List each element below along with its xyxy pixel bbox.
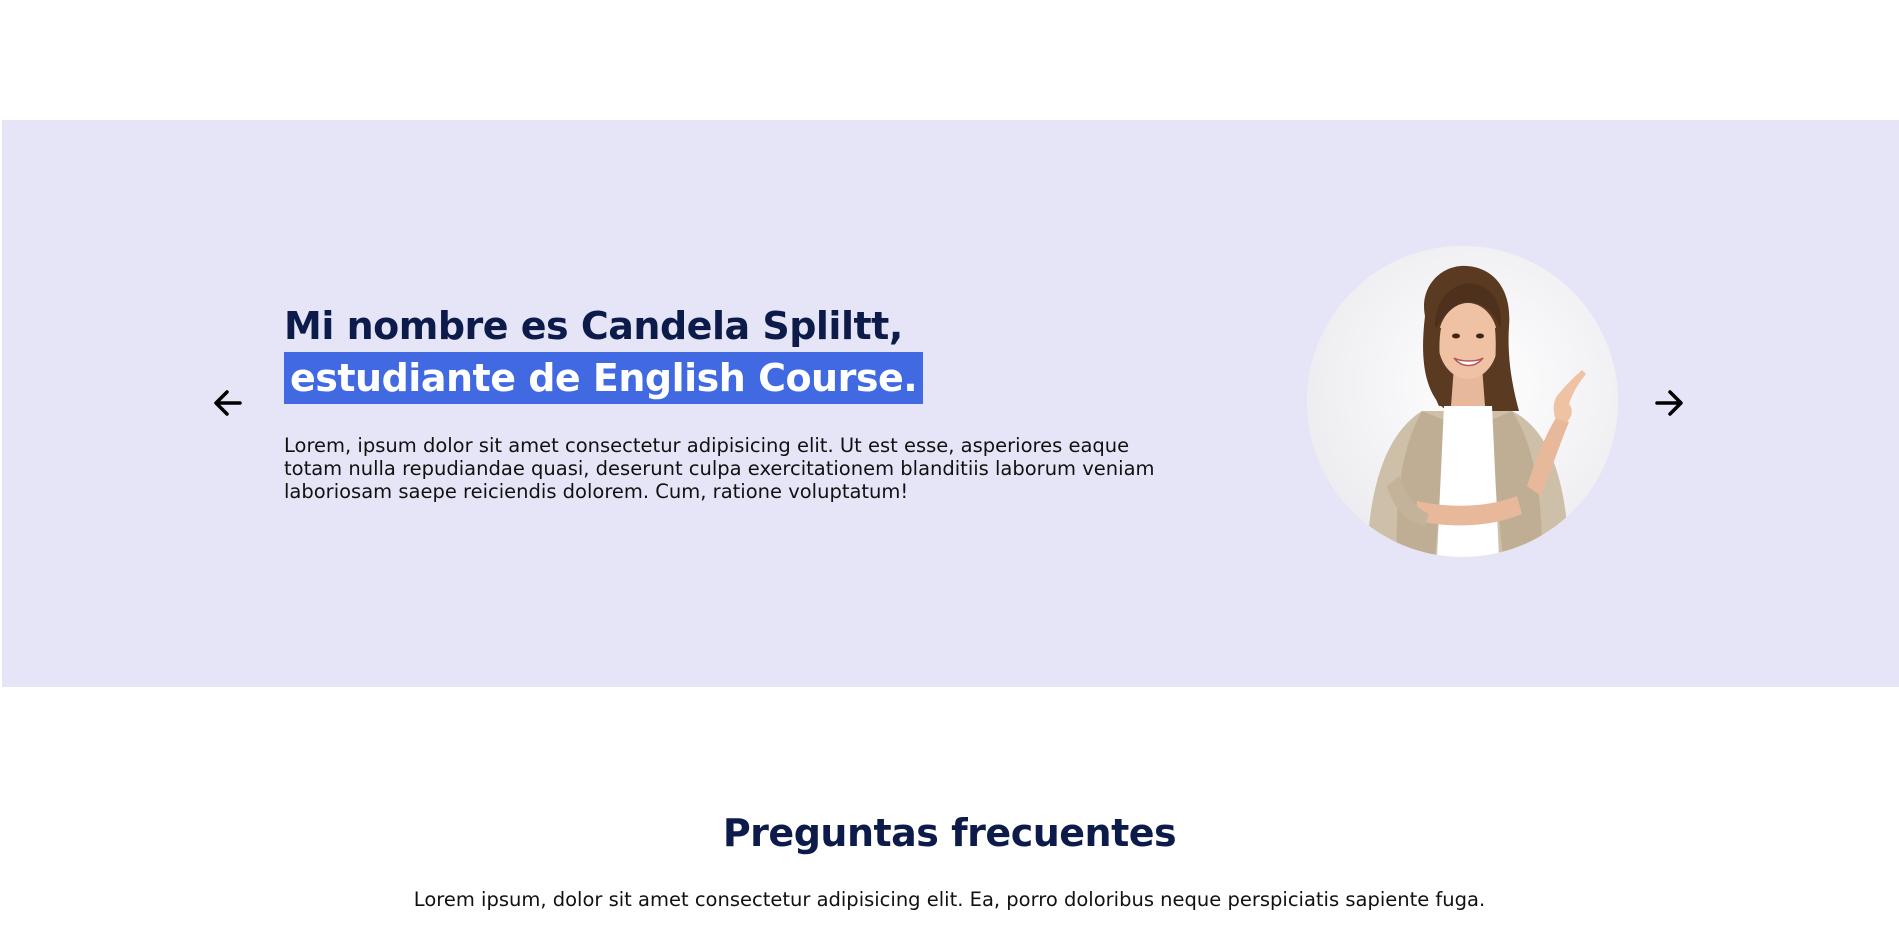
testimonial-headline: Mi nombre es Candela Spliltt, estudiante…	[284, 300, 1164, 404]
headline-highlight: estudiante de English Course.	[284, 352, 924, 404]
student-portrait	[1307, 246, 1618, 557]
testimonial-text: Mi nombre es Candela Spliltt, estudiante…	[284, 300, 1164, 503]
faq-subtitle: Lorem ipsum, dolor sit amet consectetur …	[413, 888, 1486, 911]
faq-title: Preguntas frecuentes	[722, 811, 1177, 855]
carousel-next-button[interactable]	[1649, 383, 1689, 423]
student-photo	[1307, 246, 1618, 557]
carousel-prev-button[interactable]	[208, 383, 248, 423]
testimonial-bio: Lorem, ipsum dolor sit amet consectetur …	[284, 434, 1155, 503]
arrow-left-icon	[214, 390, 242, 416]
arrow-right-icon	[1655, 390, 1683, 416]
headline-line-1: Mi nombre es Candela Spliltt,	[284, 304, 903, 348]
